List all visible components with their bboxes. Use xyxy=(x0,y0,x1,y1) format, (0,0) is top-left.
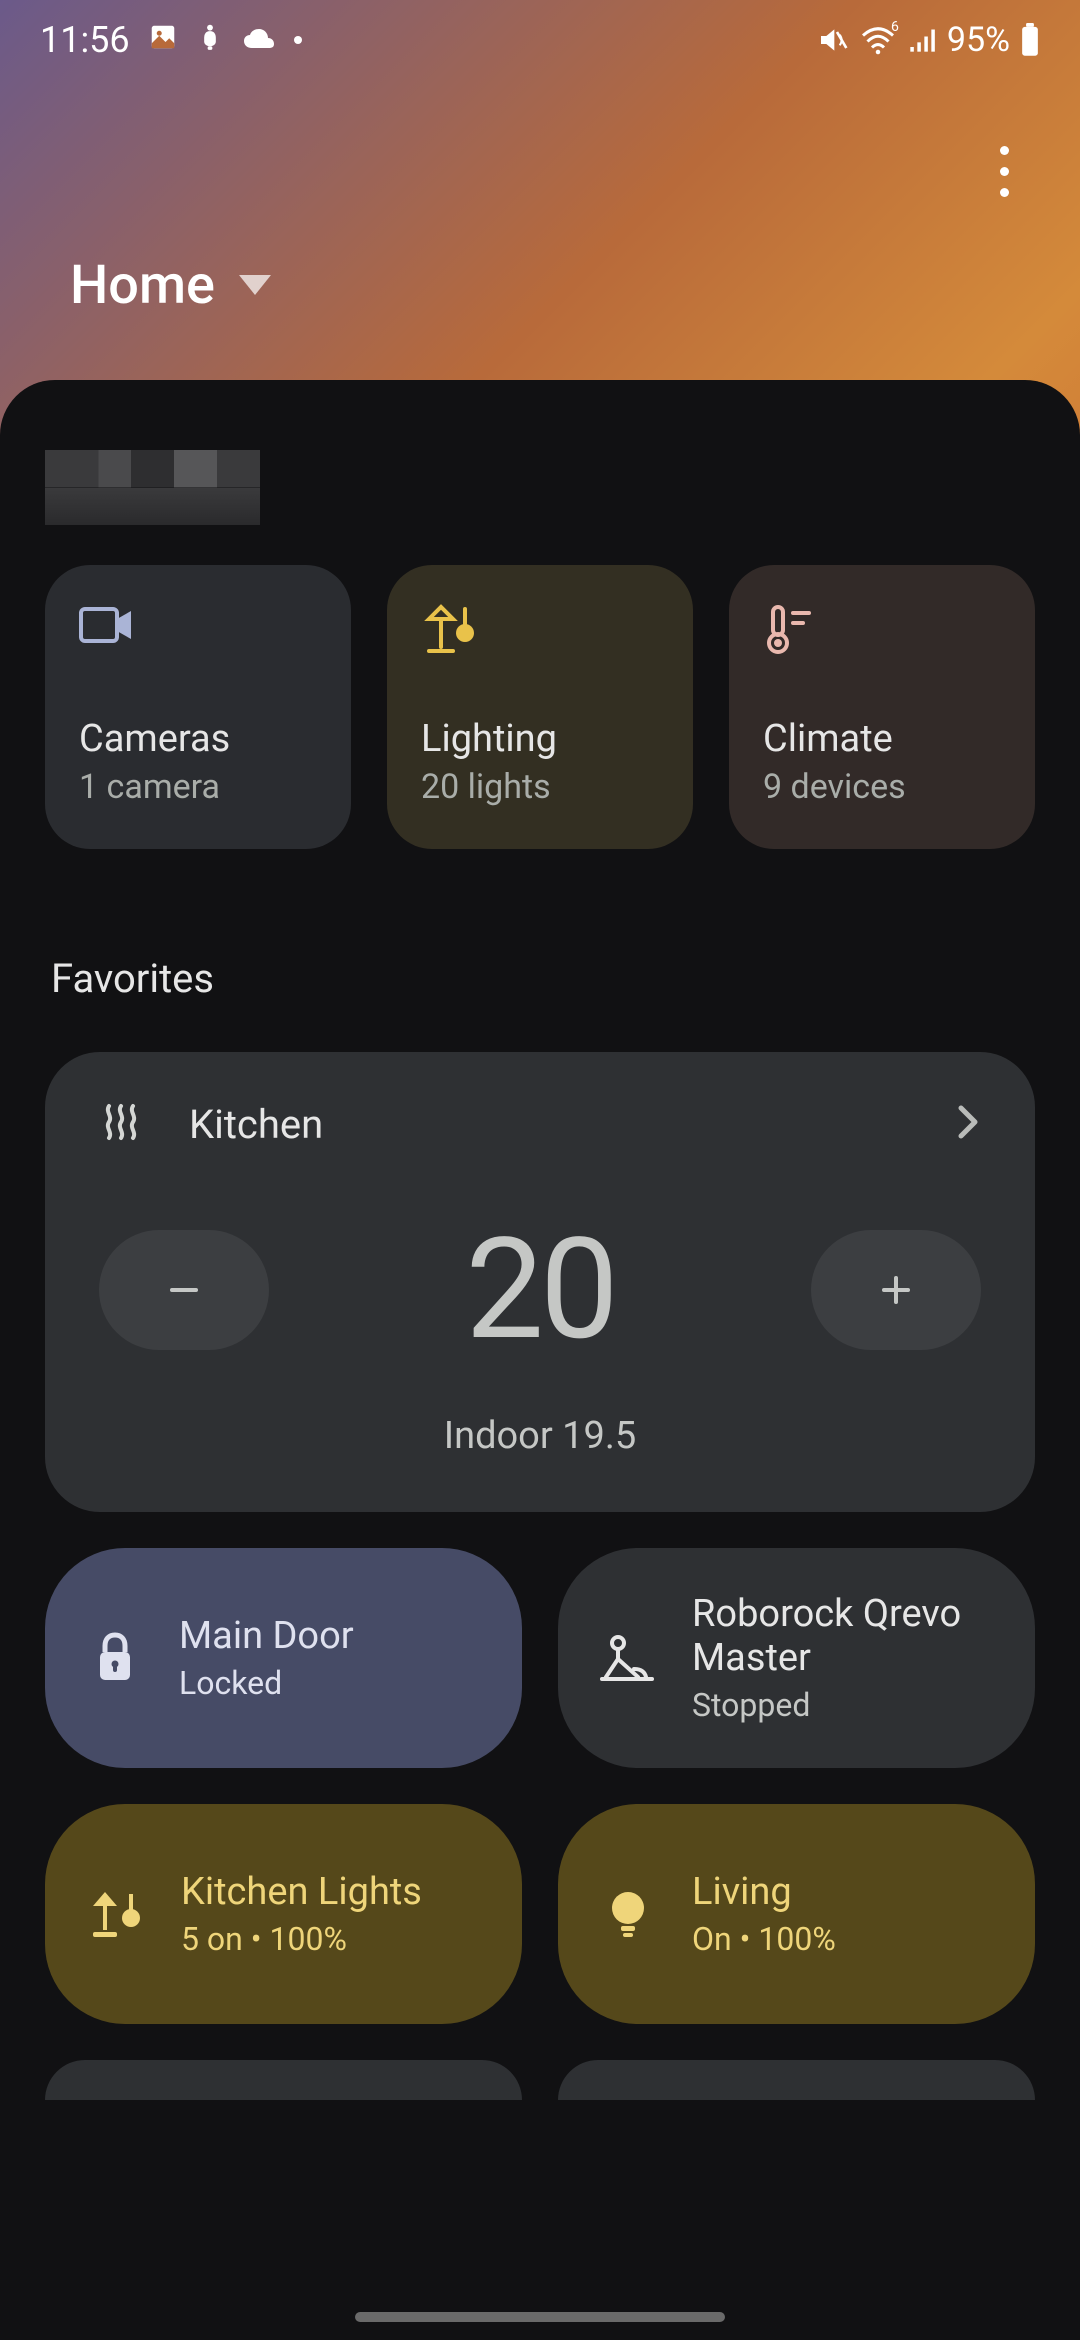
device-subtitle: On • 100% xyxy=(692,1920,836,1958)
home-selector[interactable]: Home xyxy=(0,220,1080,350)
chevron-right-icon[interactable] xyxy=(955,1102,981,1146)
status-time: 11:56 xyxy=(40,19,130,61)
lock-icon xyxy=(87,1632,143,1684)
device-peek[interactable] xyxy=(45,2060,522,2100)
device-living[interactable]: Living On • 100% xyxy=(558,1804,1035,2024)
signal-icon xyxy=(907,26,937,54)
gallery-icon xyxy=(148,19,178,61)
category-title: Climate xyxy=(763,717,1001,761)
nav-indicator[interactable] xyxy=(355,2312,725,2322)
device-kitchen-lights[interactable]: Kitchen Lights 5 on • 100% xyxy=(45,1804,522,2024)
app-bar xyxy=(0,80,1080,220)
device-title: Living xyxy=(692,1870,836,1914)
device-main-door[interactable]: Main Door Locked xyxy=(45,1548,522,1768)
device-subtitle: Locked xyxy=(179,1664,354,1702)
redacted-label xyxy=(45,450,260,525)
lamp-icon xyxy=(87,1888,145,1940)
category-subtitle: 20 lights xyxy=(421,767,659,807)
thermometer-icon xyxy=(763,603,1001,655)
more-button[interactable] xyxy=(984,130,1025,213)
device-title: Roborock Qrevo Master xyxy=(692,1592,993,1680)
vacuum-icon xyxy=(600,1633,656,1683)
temp-increase-button[interactable] xyxy=(811,1230,981,1350)
battery-text: 95% xyxy=(947,20,1010,60)
battery-icon xyxy=(1020,23,1040,57)
category-climate[interactable]: Climate 9 devices xyxy=(729,565,1035,849)
favorites-heading: Favorites xyxy=(51,955,1035,1002)
chevron-down-icon xyxy=(239,275,271,295)
thermostat-setpoint: 20 xyxy=(465,1208,614,1372)
category-cameras[interactable]: Cameras 1 camera xyxy=(45,565,351,849)
temp-decrease-button[interactable] xyxy=(99,1230,269,1350)
cloud-icon xyxy=(242,19,276,61)
wifi-icon: 6 xyxy=(859,25,897,55)
status-left: 11:56 xyxy=(40,19,302,61)
device-title: Kitchen Lights xyxy=(181,1870,422,1914)
category-title: Cameras xyxy=(79,717,317,761)
device-peek[interactable] xyxy=(558,2060,1035,2100)
main-panel: Cameras 1 camera Lighting 20 lights Clim… xyxy=(0,380,1080,2340)
heat-icon xyxy=(99,1100,143,1148)
device-grid: Main Door Locked Roborock Qrevo Master S… xyxy=(45,1548,1035,2024)
bulb-icon xyxy=(600,1888,656,1940)
category-lighting[interactable]: Lighting 20 lights xyxy=(387,565,693,849)
device-subtitle: 5 on • 100% xyxy=(181,1920,422,1958)
activity-icon xyxy=(196,19,224,61)
device-roborock[interactable]: Roborock Qrevo Master Stopped xyxy=(558,1548,1035,1768)
device-subtitle: Stopped xyxy=(692,1686,993,1724)
category-subtitle: 9 devices xyxy=(763,767,1001,807)
thermostat-room: Kitchen xyxy=(189,1101,323,1148)
device-title: Main Door xyxy=(179,1614,354,1658)
category-title: Lighting xyxy=(421,717,659,761)
thermostat-card[interactable]: Kitchen 20 Indoor 19.5 xyxy=(45,1052,1035,1512)
peek-row xyxy=(45,2060,1035,2100)
mute-icon xyxy=(817,24,849,56)
lamp-icon xyxy=(421,603,659,655)
home-title: Home xyxy=(70,254,215,317)
category-row: Cameras 1 camera Lighting 20 lights Clim… xyxy=(45,565,1035,849)
status-bar: 11:56 6 95% xyxy=(0,0,1080,80)
category-subtitle: 1 camera xyxy=(79,767,317,807)
notification-dot-icon xyxy=(294,36,302,44)
camera-icon xyxy=(79,603,317,655)
thermostat-indoor: Indoor 19.5 xyxy=(99,1414,981,1458)
status-right: 6 95% xyxy=(817,20,1040,60)
